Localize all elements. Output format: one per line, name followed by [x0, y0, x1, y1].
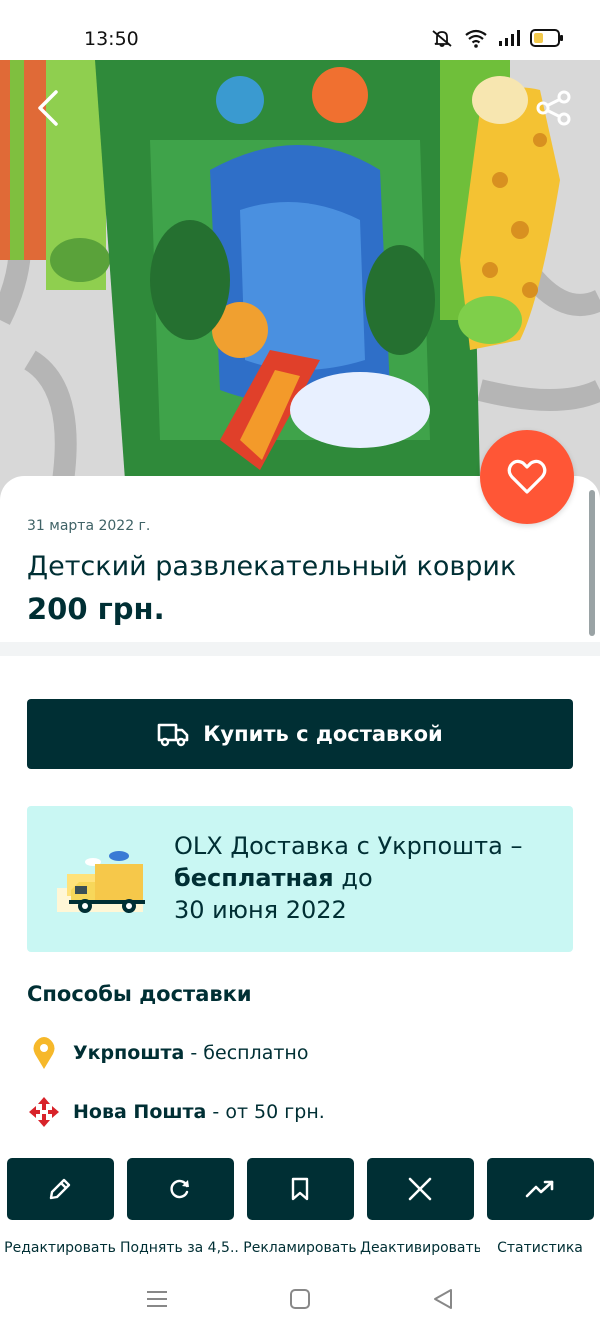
bookmark-icon — [291, 1177, 309, 1201]
bump-button[interactable] — [126, 1158, 234, 1220]
action-bump[interactable]: Поднять за 4,5... — [120, 1158, 240, 1256]
system-back-button[interactable] — [428, 1284, 458, 1314]
method-separator: - — [184, 1042, 204, 1064]
buy-button-label: Купить с доставкой — [203, 722, 443, 746]
back-button[interactable] — [26, 86, 70, 130]
status-time: 13:50 — [84, 28, 139, 50]
status-bar: 13:50 — [0, 0, 600, 60]
buy-with-delivery-button[interactable]: Купить с доставкой — [27, 699, 573, 769]
promo-text: OLX Доставка с Укрпошта – бесплатная до … — [174, 830, 554, 926]
bell-muted-icon — [430, 28, 454, 52]
delivery-methods-title: Способы доставки — [27, 982, 252, 1006]
deactivate-label: Деактивировать — [360, 1240, 480, 1256]
signal-icon — [498, 29, 520, 51]
action-promote[interactable]: Рекламировать — [240, 1158, 360, 1256]
square-icon — [290, 1289, 310, 1309]
status-icons — [430, 28, 564, 52]
home-button[interactable] — [285, 1284, 315, 1314]
delivery-method-nova-poshta: Нова Пошта - от 50 грн. — [27, 1092, 325, 1132]
edit-button[interactable] — [6, 1158, 114, 1220]
method-name: Укрпошта — [73, 1042, 185, 1064]
listing-title: Детский развлекательный коврик — [27, 551, 517, 582]
promo-line1: OLX Доставка с Укрпошта – — [174, 832, 523, 860]
location-pin-icon — [27, 1035, 61, 1071]
promo-date: 30 июня 2022 — [174, 896, 347, 924]
close-icon — [408, 1177, 432, 1201]
statistics-label: Статистика — [497, 1240, 583, 1256]
bump-label: Поднять за 4,5... — [120, 1240, 240, 1256]
promo-line2: до — [333, 864, 373, 892]
method-price: бесплатно — [203, 1042, 309, 1064]
scroll-indicator — [589, 490, 595, 636]
system-nav-bar — [0, 1268, 600, 1332]
heart-icon — [507, 459, 547, 494]
method-separator: - — [206, 1101, 226, 1123]
pencil-icon — [49, 1178, 71, 1200]
promote-button[interactable] — [246, 1158, 354, 1220]
edit-label: Редактировать — [4, 1240, 116, 1256]
method-name: Нова Пошта — [73, 1101, 207, 1123]
chevron-left-icon — [38, 90, 58, 126]
promote-label: Рекламировать — [243, 1240, 357, 1256]
truck-icon — [157, 723, 189, 747]
delivery-truck-illustration — [57, 844, 147, 924]
menu-icon — [147, 1291, 167, 1307]
action-statistics[interactable]: Статистика — [480, 1158, 600, 1256]
listing-price: 200 грн. — [27, 592, 165, 626]
wifi-icon — [464, 28, 488, 52]
deactivate-button[interactable] — [366, 1158, 474, 1220]
section-divider — [0, 642, 600, 656]
triangle-back-icon — [434, 1289, 452, 1309]
trend-icon — [525, 1180, 554, 1198]
promo-free-label: бесплатная — [174, 864, 334, 892]
share-icon — [536, 90, 571, 126]
delivery-promo-banner: OLX Доставка с Укрпошта – бесплатная до … — [27, 806, 573, 952]
favorite-button[interactable] — [480, 430, 574, 524]
listing-date: 31 марта 2022 г. — [27, 518, 151, 534]
method-price: от 50 грн. — [225, 1101, 325, 1123]
listing-actions-bar: Редактировать Поднять за 4,5... Рекламир… — [0, 1158, 600, 1268]
nova-poshta-icon — [27, 1094, 61, 1130]
delivery-method-ukrposhta: Укрпошта - бесплатно — [27, 1033, 308, 1073]
action-edit[interactable]: Редактировать — [0, 1158, 120, 1256]
battery-icon — [530, 29, 564, 51]
recent-apps-button[interactable] — [142, 1284, 172, 1314]
statistics-button[interactable] — [486, 1158, 594, 1220]
refresh-icon — [170, 1179, 189, 1199]
action-deactivate[interactable]: Деактивировать — [360, 1158, 480, 1256]
share-button[interactable] — [532, 86, 576, 130]
